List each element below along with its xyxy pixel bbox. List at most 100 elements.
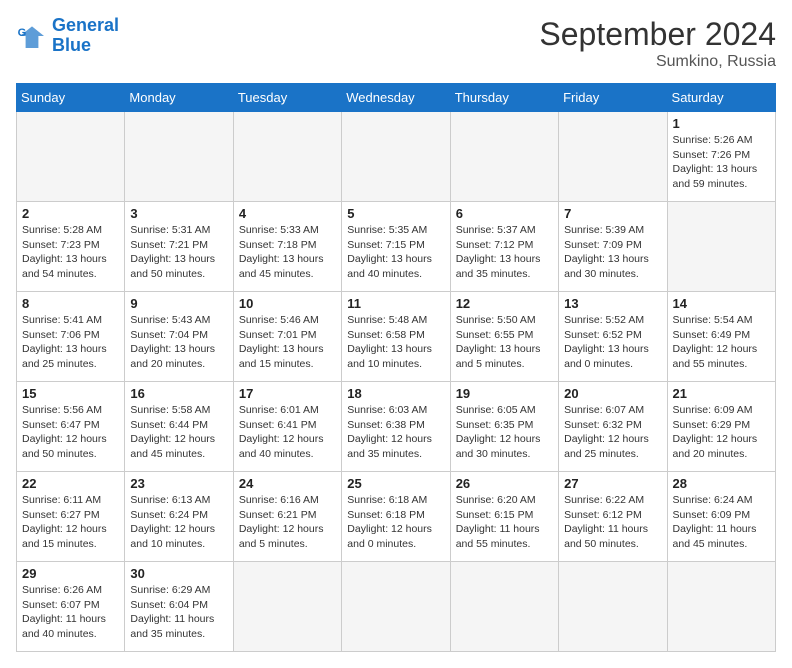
day-number: 26 (456, 476, 553, 491)
day-info: Sunrise: 5:41 AMSunset: 7:06 PMDaylight:… (22, 313, 119, 372)
calendar-cell: 4 Sunrise: 5:33 AMSunset: 7:18 PMDayligh… (233, 202, 341, 292)
day-number: 7 (564, 206, 661, 221)
day-number: 17 (239, 386, 336, 401)
calendar-cell: 24 Sunrise: 6:16 AMSunset: 6:21 PMDaylig… (233, 472, 341, 562)
calendar-cell: 3 Sunrise: 5:31 AMSunset: 7:21 PMDayligh… (125, 202, 233, 292)
day-number: 14 (673, 296, 770, 311)
calendar-cell: 17 Sunrise: 6:01 AMSunset: 6:41 PMDaylig… (233, 382, 341, 472)
calendar-cell (667, 562, 775, 652)
day-info: Sunrise: 6:03 AMSunset: 6:38 PMDaylight:… (347, 403, 444, 462)
day-info: Sunrise: 5:56 AMSunset: 6:47 PMDaylight:… (22, 403, 119, 462)
calendar-cell: 12 Sunrise: 5:50 AMSunset: 6:55 PMDaylig… (450, 292, 558, 382)
calendar-cell: 6 Sunrise: 5:37 AMSunset: 7:12 PMDayligh… (450, 202, 558, 292)
calendar-week-6: 29 Sunrise: 6:26 AMSunset: 6:07 PMDaylig… (17, 562, 776, 652)
day-info: Sunrise: 5:54 AMSunset: 6:49 PMDaylight:… (673, 313, 770, 372)
day-number: 19 (456, 386, 553, 401)
calendar-cell (667, 202, 775, 292)
calendar-cell: 20 Sunrise: 6:07 AMSunset: 6:32 PMDaylig… (559, 382, 667, 472)
day-info: Sunrise: 6:24 AMSunset: 6:09 PMDaylight:… (673, 493, 770, 552)
day-info: Sunrise: 5:43 AMSunset: 7:04 PMDaylight:… (130, 313, 227, 372)
day-info: Sunrise: 6:01 AMSunset: 6:41 PMDaylight:… (239, 403, 336, 462)
day-number: 18 (347, 386, 444, 401)
calendar-cell: 29 Sunrise: 6:26 AMSunset: 6:07 PMDaylig… (17, 562, 125, 652)
day-number: 1 (673, 116, 770, 131)
page-header: G General Blue September 2024 Sumkino, R… (16, 16, 776, 71)
calendar-cell: 21 Sunrise: 6:09 AMSunset: 6:29 PMDaylig… (667, 382, 775, 472)
logo-line1: General (52, 15, 119, 35)
calendar-cell: 2 Sunrise: 5:28 AMSunset: 7:23 PMDayligh… (17, 202, 125, 292)
logo: G General Blue (16, 16, 119, 56)
header-tuesday: Tuesday (233, 84, 341, 112)
calendar-cell: 22 Sunrise: 6:11 AMSunset: 6:27 PMDaylig… (17, 472, 125, 562)
day-info: Sunrise: 5:52 AMSunset: 6:52 PMDaylight:… (564, 313, 661, 372)
calendar-header-row: SundayMondayTuesdayWednesdayThursdayFrid… (17, 84, 776, 112)
day-info: Sunrise: 6:07 AMSunset: 6:32 PMDaylight:… (564, 403, 661, 462)
calendar-cell: 26 Sunrise: 6:20 AMSunset: 6:15 PMDaylig… (450, 472, 558, 562)
day-info: Sunrise: 5:28 AMSunset: 7:23 PMDaylight:… (22, 223, 119, 282)
day-info: Sunrise: 6:13 AMSunset: 6:24 PMDaylight:… (130, 493, 227, 552)
day-number: 11 (347, 296, 444, 311)
calendar-week-5: 22 Sunrise: 6:11 AMSunset: 6:27 PMDaylig… (17, 472, 776, 562)
day-number: 24 (239, 476, 336, 491)
calendar-cell: 9 Sunrise: 5:43 AMSunset: 7:04 PMDayligh… (125, 292, 233, 382)
day-number: 8 (22, 296, 119, 311)
day-info: Sunrise: 5:39 AMSunset: 7:09 PMDaylight:… (564, 223, 661, 282)
title-area: September 2024 Sumkino, Russia (539, 16, 776, 71)
day-info: Sunrise: 5:37 AMSunset: 7:12 PMDaylight:… (456, 223, 553, 282)
calendar-cell: 28 Sunrise: 6:24 AMSunset: 6:09 PMDaylig… (667, 472, 775, 562)
day-number: 15 (22, 386, 119, 401)
day-info: Sunrise: 5:26 AMSunset: 7:26 PMDaylight:… (673, 133, 770, 192)
calendar-cell: 11 Sunrise: 5:48 AMSunset: 6:58 PMDaylig… (342, 292, 450, 382)
day-info: Sunrise: 6:22 AMSunset: 6:12 PMDaylight:… (564, 493, 661, 552)
day-info: Sunrise: 5:33 AMSunset: 7:18 PMDaylight:… (239, 223, 336, 282)
header-sunday: Sunday (17, 84, 125, 112)
header-monday: Monday (125, 84, 233, 112)
day-number: 16 (130, 386, 227, 401)
day-number: 13 (564, 296, 661, 311)
header-wednesday: Wednesday (342, 84, 450, 112)
day-number: 6 (456, 206, 553, 221)
day-info: Sunrise: 5:35 AMSunset: 7:15 PMDaylight:… (347, 223, 444, 282)
calendar-cell: 15 Sunrise: 5:56 AMSunset: 6:47 PMDaylig… (17, 382, 125, 472)
day-number: 23 (130, 476, 227, 491)
day-number: 9 (130, 296, 227, 311)
day-number: 3 (130, 206, 227, 221)
day-number: 2 (22, 206, 119, 221)
day-number: 20 (564, 386, 661, 401)
day-info: Sunrise: 6:11 AMSunset: 6:27 PMDaylight:… (22, 493, 119, 552)
day-number: 30 (130, 566, 227, 581)
day-number: 5 (347, 206, 444, 221)
calendar-cell: 5 Sunrise: 5:35 AMSunset: 7:15 PMDayligh… (342, 202, 450, 292)
calendar-cell: 13 Sunrise: 5:52 AMSunset: 6:52 PMDaylig… (559, 292, 667, 382)
day-number: 22 (22, 476, 119, 491)
calendar-cell: 19 Sunrise: 6:05 AMSunset: 6:35 PMDaylig… (450, 382, 558, 472)
calendar-week-3: 8 Sunrise: 5:41 AMSunset: 7:06 PMDayligh… (17, 292, 776, 382)
day-info: Sunrise: 6:29 AMSunset: 6:04 PMDaylight:… (130, 583, 227, 642)
day-number: 10 (239, 296, 336, 311)
day-number: 4 (239, 206, 336, 221)
calendar-week-1: 1 Sunrise: 5:26 AMSunset: 7:26 PMDayligh… (17, 112, 776, 202)
day-info: Sunrise: 6:09 AMSunset: 6:29 PMDaylight:… (673, 403, 770, 462)
calendar-cell: 18 Sunrise: 6:03 AMSunset: 6:38 PMDaylig… (342, 382, 450, 472)
day-number: 28 (673, 476, 770, 491)
calendar-cell (450, 112, 558, 202)
calendar-cell: 27 Sunrise: 6:22 AMSunset: 6:12 PMDaylig… (559, 472, 667, 562)
calendar-cell: 1 Sunrise: 5:26 AMSunset: 7:26 PMDayligh… (667, 112, 775, 202)
day-info: Sunrise: 6:18 AMSunset: 6:18 PMDaylight:… (347, 493, 444, 552)
calendar-cell (342, 562, 450, 652)
month-title: September 2024 (539, 16, 776, 53)
day-number: 25 (347, 476, 444, 491)
day-info: Sunrise: 5:50 AMSunset: 6:55 PMDaylight:… (456, 313, 553, 372)
header-thursday: Thursday (450, 84, 558, 112)
day-info: Sunrise: 5:46 AMSunset: 7:01 PMDaylight:… (239, 313, 336, 372)
calendar-cell (233, 562, 341, 652)
calendar-cell (559, 562, 667, 652)
calendar-cell (342, 112, 450, 202)
day-info: Sunrise: 5:31 AMSunset: 7:21 PMDaylight:… (130, 223, 227, 282)
logo-icon: G (16, 20, 48, 52)
calendar-week-4: 15 Sunrise: 5:56 AMSunset: 6:47 PMDaylig… (17, 382, 776, 472)
calendar-cell (233, 112, 341, 202)
calendar-cell: 7 Sunrise: 5:39 AMSunset: 7:09 PMDayligh… (559, 202, 667, 292)
calendar-cell: 30 Sunrise: 6:29 AMSunset: 6:04 PMDaylig… (125, 562, 233, 652)
calendar-cell (559, 112, 667, 202)
